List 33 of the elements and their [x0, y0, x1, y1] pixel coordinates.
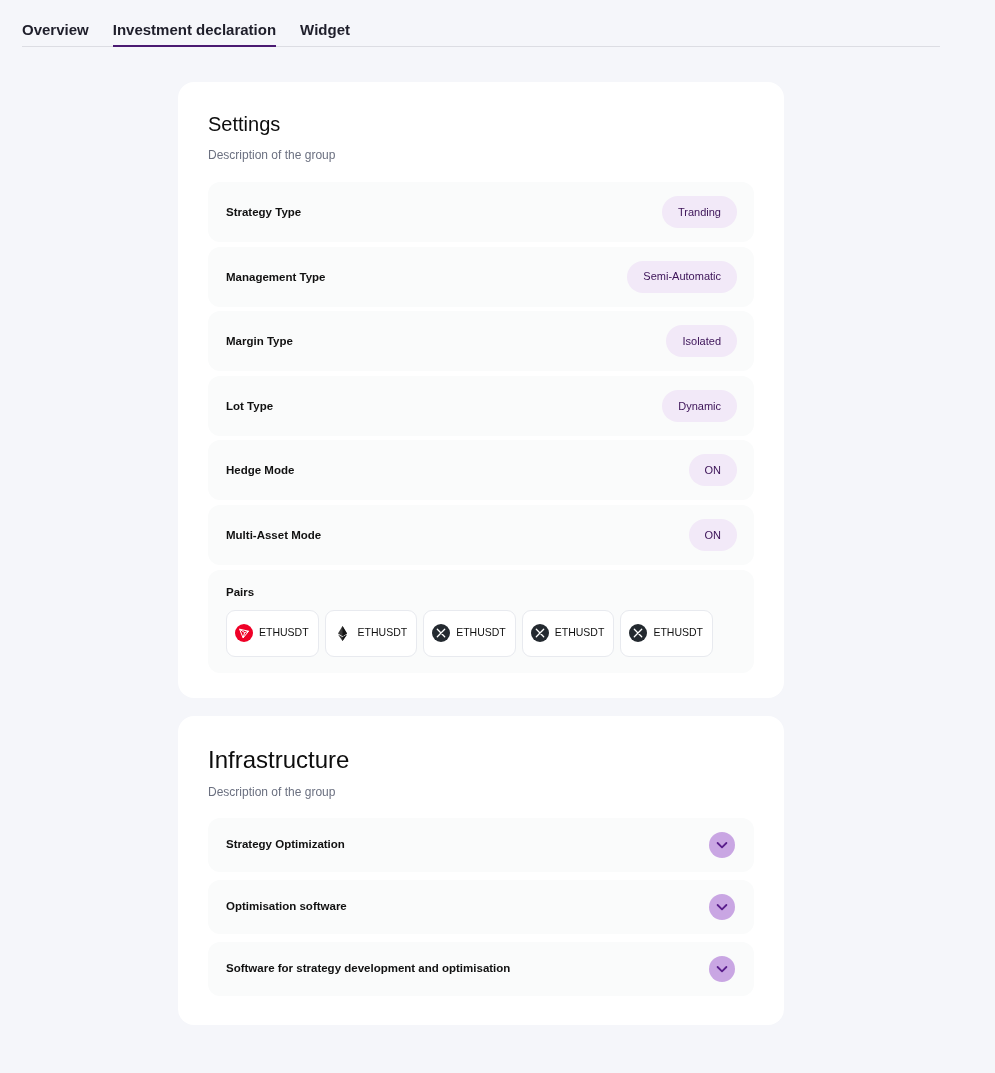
setting-label: Hedge Mode — [226, 463, 295, 479]
section-description: Description of the group — [208, 147, 337, 163]
setting-label: Strategy Type — [226, 205, 302, 220]
setting-label: Management Type — [226, 269, 326, 285]
accordion-header[interactable]: Software for strategy development and optimisation — [208, 941, 754, 996]
setting-value: ON — [688, 454, 737, 487]
setting-label: Margin Type — [226, 334, 293, 350]
pair-symbol: ETHUSDT — [357, 625, 408, 641]
pair-symbol: ETHUSDT — [456, 625, 506, 641]
accordion-header[interactable]: Strategy Optimization — [208, 817, 754, 872]
setting-value: Tranding — [662, 196, 737, 228]
section-title: Settings — [208, 112, 282, 136]
pair-symbol: ETHUSDT — [259, 625, 309, 641]
tab[interactable]: Overview — [22, 12, 89, 47]
section-description: Description of the group — [208, 783, 337, 800]
setting-label: Multi-Asset Mode — [226, 527, 322, 543]
cross-circle-icon — [629, 624, 648, 643]
triangle-logo-icon — [235, 624, 253, 643]
cross-circle-icon — [530, 624, 549, 643]
pair-symbol: ETHUSDT — [653, 625, 703, 641]
setting-value: ON — [688, 518, 737, 551]
diamond-icon — [338, 625, 348, 641]
pairs-label: Pairs — [226, 584, 256, 600]
accordion-header[interactable]: Optimisation software — [208, 879, 754, 934]
setting-value: Dynamic — [662, 389, 737, 422]
cross-circle-icon — [432, 624, 451, 643]
setting-label: Lot Type — [226, 398, 274, 414]
setting-value: Isolated — [666, 325, 737, 358]
tab[interactable]: Widget — [300, 12, 350, 47]
section-title: Infrastructure — [208, 745, 351, 774]
tab[interactable]: Investment declaration — [112, 12, 277, 47]
setting-value: Semi-Automatic — [627, 260, 737, 293]
pair-symbol: ETHUSDT — [554, 625, 605, 641]
